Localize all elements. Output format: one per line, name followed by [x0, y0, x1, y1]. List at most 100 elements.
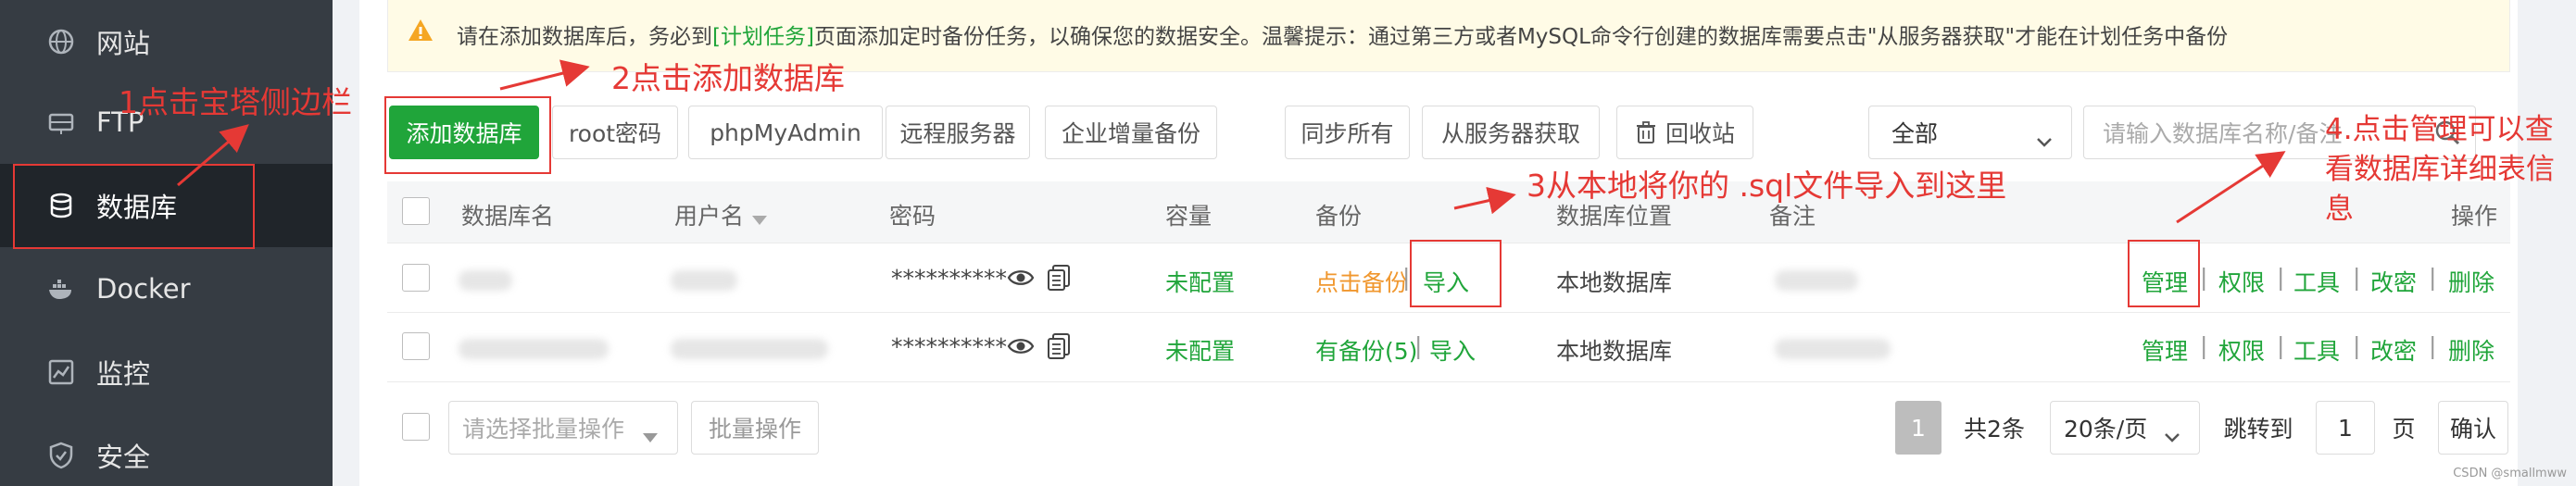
sidebar-item-website[interactable]: 网站 [0, 0, 333, 83]
row-capacity[interactable]: 未配置 [1165, 333, 1235, 367]
header-capacity: 容量 [1165, 203, 1213, 230]
sidebar-item-label: 监控 [96, 358, 151, 390]
separator: | [1414, 332, 1423, 359]
eye-icon[interactable] [1007, 267, 1035, 293]
docker-icon [46, 274, 76, 304]
row-location: 本地数据库 [1556, 338, 1673, 365]
tip-text: 请在添加数据库后，务必到[计划任务]页面添加定时备份任务，以确保您的数据安全。温… [457, 25, 2229, 49]
sidebar-item-label: 安全 [96, 442, 151, 473]
copy-icon[interactable] [1047, 332, 1071, 364]
batch-operation-button[interactable]: 批量操作 [691, 401, 819, 455]
row-action-tools[interactable]: 工具 [2293, 333, 2340, 367]
row-import[interactable]: 导入 [1429, 333, 1476, 367]
header-backup: 备份 [1315, 203, 1363, 230]
separator: | [2429, 264, 2437, 291]
row-password: ********** [891, 265, 1007, 292]
ftp-icon [46, 107, 76, 137]
sync-all-button[interactable]: 同步所有 [1285, 106, 1410, 159]
get-from-server-button[interactable]: 从服务器获取 [1422, 106, 1600, 159]
eye-icon[interactable] [1007, 335, 1035, 361]
batch-select-placeholder: 请选择批量操作 [462, 416, 625, 442]
annotation-box-import [1410, 240, 1502, 307]
row-location: 本地数据库 [1556, 269, 1673, 296]
batch-operation-select[interactable]: 请选择批量操作 [448, 401, 678, 455]
globe-icon [46, 27, 76, 56]
header-username[interactable]: 用户名 [674, 198, 768, 231]
redacted-db-name [459, 270, 512, 291]
watermark: CSDN @smallmww [2453, 467, 2567, 480]
row-capacity[interactable]: 未配置 [1165, 265, 1235, 298]
trash-icon [1636, 121, 1656, 143]
total-count: 共2条 [1964, 416, 2025, 442]
row-action-change-password[interactable]: 改密 [2370, 265, 2417, 298]
enterprise-backup-button[interactable]: 企业增量备份 [1045, 106, 1217, 159]
separator: | [2429, 332, 2437, 359]
separator: | [2200, 332, 2208, 359]
redacted-remark [1775, 270, 1858, 291]
sidebar-item-label: Docker [96, 273, 191, 305]
cron-task-link[interactable]: [计划任务] [712, 25, 814, 49]
sidebar-item-security[interactable]: 安全 [0, 414, 333, 486]
separator: | [2353, 264, 2361, 291]
redacted-username [671, 339, 828, 359]
recycle-bin-label: 回收站 [1665, 120, 1736, 147]
copy-icon[interactable] [1047, 264, 1071, 295]
annotation-step3: 3从本地将你的 .sql文件导入到这里 [1527, 168, 2007, 204]
separator: | [2277, 264, 2285, 291]
header-db-name[interactable]: 数据库名 [461, 198, 554, 231]
row-action-delete[interactable]: 删除 [2448, 265, 2494, 298]
jump-confirm-button[interactable]: 确认 [2438, 401, 2508, 455]
sort-down-icon [751, 205, 768, 231]
filter-select-value: 全部 [1891, 120, 1939, 147]
row-checkbox[interactable] [402, 332, 430, 360]
redacted-username [671, 270, 737, 291]
chevron-down-icon [2036, 127, 2053, 147]
select-all-checkbox[interactable] [402, 197, 430, 225]
separator: | [2353, 332, 2361, 359]
footer-select-all-checkbox[interactable] [402, 413, 430, 441]
redacted-db-name [459, 339, 609, 359]
redacted-remark [1775, 339, 1891, 359]
phpmyadmin-button[interactable]: phpMyAdmin [688, 106, 883, 159]
chevron-down-icon [2164, 422, 2180, 442]
row-action-manage[interactable]: 管理 [2142, 333, 2188, 367]
row-password: ********** [891, 333, 1007, 360]
search-placeholder: 请输入数据库名称/备注 [2103, 120, 2343, 147]
row-action-change-password[interactable]: 改密 [2370, 333, 2417, 367]
chevron-down-icon [642, 422, 659, 442]
recycle-bin-button[interactable]: 回收站 [1616, 106, 1753, 159]
separator: | [2200, 264, 2208, 291]
root-password-button[interactable]: root密码 [552, 106, 678, 159]
filter-select[interactable]: 全部 [1868, 106, 2072, 159]
page-size-select[interactable]: 20条/页 [2050, 401, 2200, 455]
annotation-step4-line1: 4.点击管理可以查 [2325, 113, 2554, 146]
sidebar-item-monitor[interactable]: 监控 [0, 330, 333, 414]
row-action-permission[interactable]: 权限 [2218, 333, 2265, 367]
monitor-icon [46, 357, 76, 387]
row-action-tools[interactable]: 工具 [2293, 265, 2340, 298]
row-checkbox[interactable] [402, 264, 430, 292]
annotation-box-sidebar [13, 164, 255, 249]
row-divider [387, 312, 2510, 313]
annotation-step4-line3: 息 [2325, 193, 2354, 226]
row-action-delete[interactable]: 删除 [2448, 333, 2494, 367]
annotation-step1: 1点击宝塔侧边栏 [119, 84, 352, 120]
separator: | [2277, 332, 2285, 359]
page-current[interactable]: 1 [1895, 401, 1941, 455]
page-unit-label: 页 [2392, 416, 2416, 442]
jump-page-input[interactable]: 1 [2316, 401, 2375, 455]
shield-icon [46, 441, 76, 470]
row-divider [387, 381, 2510, 382]
row-backup[interactable]: 有备份(5) [1315, 333, 1417, 367]
jump-label: 跳转到 [2223, 416, 2293, 442]
header-password: 密码 [889, 203, 936, 230]
page-size-value: 20条/页 [2064, 416, 2148, 442]
row-action-permission[interactable]: 权限 [2218, 265, 2265, 298]
annotation-box-manage [2128, 240, 2200, 307]
warning-icon [407, 17, 434, 44]
annotation-step2: 2点击添加数据库 [611, 60, 845, 96]
row-backup[interactable]: 点击备份 [1315, 265, 1408, 298]
sidebar-item-docker[interactable]: Docker [0, 247, 333, 330]
annotation-step4-line2: 看数据库详细表信 [2325, 153, 2555, 186]
remote-server-button[interactable]: 远程服务器 [886, 106, 1030, 159]
